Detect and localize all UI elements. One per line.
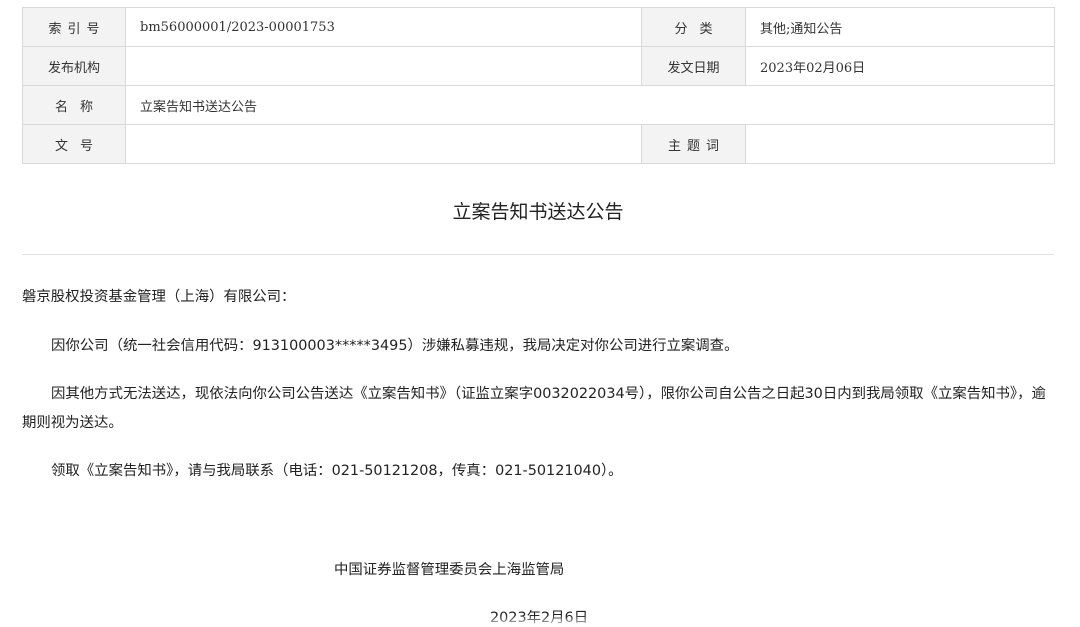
metadata-row-publisher: 发布机构 发文日期 2023年02月06日	[22, 46, 1055, 86]
document-title: 立案告知书送达公告	[452, 201, 624, 223]
doc-no-value	[125, 124, 642, 164]
paragraph-2: 因其他方式无法送达，现依法向你公司公告送达《立案告知书》（证监立案字003202…	[22, 386, 1046, 431]
metadata-row-index: 索引号 bm56000001/2023-00001753 分类 其他;通知公告	[22, 7, 1055, 47]
addressee: 磐京股权投资基金管理（上海）有限公司：	[22, 289, 296, 305]
metadata-row-name: 名称 立案告知书送达公告	[22, 85, 1055, 125]
date-label: 发文日期	[641, 46, 746, 86]
keywords-value	[745, 124, 1055, 164]
name-value: 立案告知书送达公告	[125, 85, 1055, 125]
index-label: 索引号	[22, 7, 126, 47]
title-divider	[22, 254, 1054, 255]
date-value: 2023年02月06日	[745, 46, 1055, 86]
category-value: 其他;通知公告	[745, 7, 1055, 47]
category-label: 分类	[641, 7, 746, 47]
bottom-fade	[0, 615, 1080, 627]
index-value: bm56000001/2023-00001753	[125, 7, 642, 47]
keywords-label: 主题词	[641, 124, 746, 164]
name-label: 名称	[22, 85, 126, 125]
paragraph-3: 领取《立案告知书》，请与我局联系（电话：021-50121208，传真：021-…	[51, 463, 623, 479]
publisher-label: 发布机构	[22, 46, 126, 86]
metadata-row-doc-no: 文号 主题词	[22, 124, 1055, 164]
signature-org: 中国证券监督管理委员会上海监管局	[334, 562, 565, 578]
publisher-value	[125, 46, 642, 86]
paragraph-1: 因你公司（统一社会信用代码：913100003*****3495）涉嫌私募违规，…	[51, 338, 739, 354]
doc-no-label: 文号	[22, 124, 126, 164]
metadata-table: 索引号 bm56000001/2023-00001753 分类 其他;通知公告 …	[22, 7, 1055, 164]
